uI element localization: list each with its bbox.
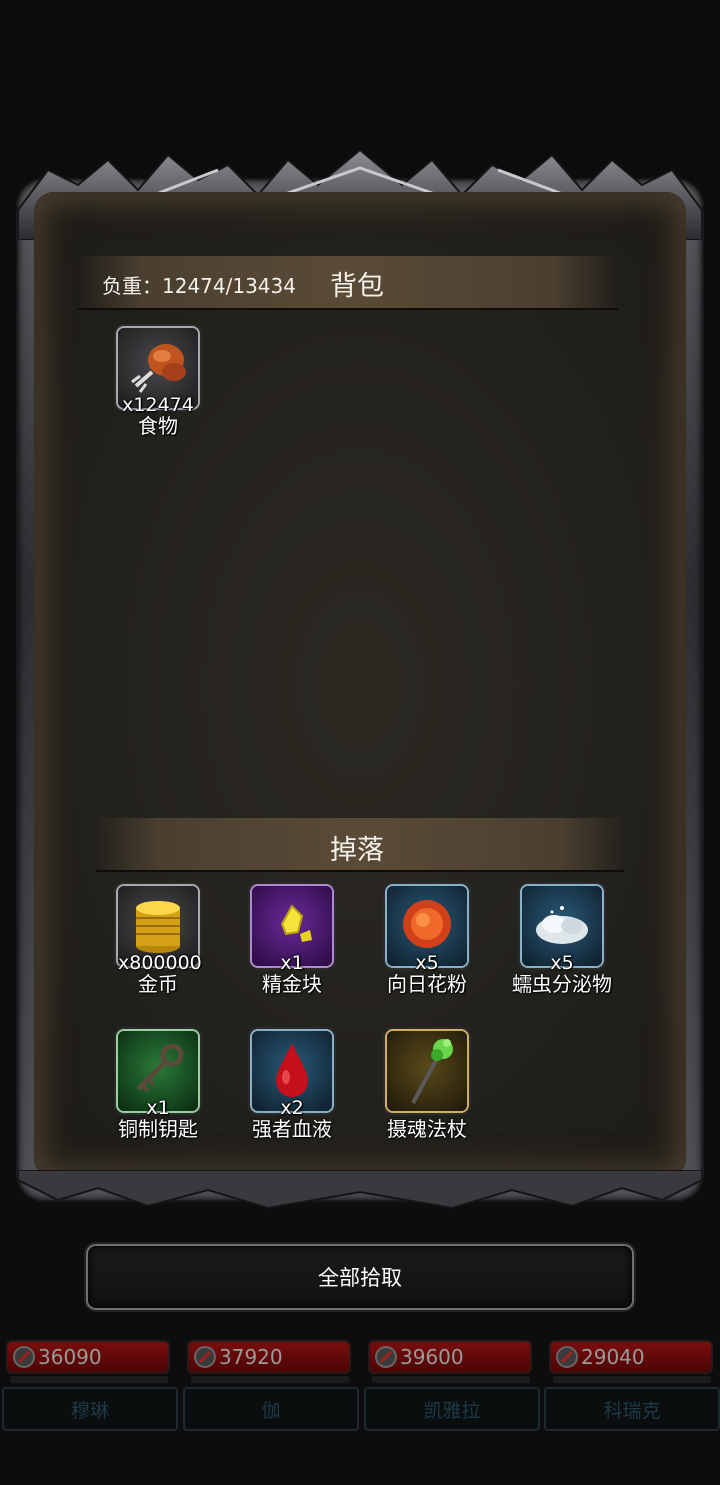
weight-capacity: 负重：12474/13434 [102, 274, 296, 298]
drop-item[interactable]: x5 蠕虫分泌物 [497, 886, 627, 997]
drop-item[interactable]: x800000 金币 [93, 886, 223, 997]
item-slot: x800000 [118, 886, 202, 974]
party-member-hp-bar: 36090 [8, 1342, 168, 1372]
item-slot: x1 [252, 886, 332, 974]
hp-value: 39600 [400, 1345, 464, 1369]
party-member-sub-bar [372, 1376, 530, 1383]
item-quantity: x12474 [122, 394, 194, 416]
party-member-hp-bar: 37920 [189, 1342, 349, 1372]
item-quantity: x2 [280, 1097, 304, 1119]
party-member-name[interactable]: 凯雅拉 [364, 1387, 540, 1431]
item-quantity: x800000 [118, 952, 202, 974]
inventory-item[interactable]: x12474 食物 [93, 328, 223, 439]
party-member-sub-bar [10, 1376, 168, 1383]
party-member-sub-bar [191, 1376, 349, 1383]
item-slot: x5 [522, 886, 602, 974]
item-slot [387, 1031, 467, 1111]
inventory-title: 背包 [330, 271, 384, 302]
shield-icon [375, 1346, 397, 1368]
item-slot: x2 [252, 1031, 332, 1119]
party-member-name[interactable]: 伽 [183, 1387, 359, 1431]
party-member-hp-bar: 39600 [370, 1342, 530, 1372]
frame-bottom-ornament [18, 1170, 702, 1210]
shield-icon [13, 1346, 35, 1368]
drops-title: 掉落 [330, 835, 384, 866]
party-member-name[interactable]: 穆琳 [2, 1387, 178, 1431]
shield-icon [556, 1346, 578, 1368]
shield-icon [194, 1346, 216, 1368]
drop-item[interactable]: x5 向日花粉 [362, 886, 492, 997]
item-slot: x5 [387, 886, 467, 974]
drop-item[interactable]: 摄魂法杖 [362, 1031, 492, 1142]
party-member-sub-bar [553, 1376, 711, 1383]
item-quantity: x5 [550, 952, 574, 974]
item-quantity: x5 [415, 952, 439, 974]
item-slot: x1 [118, 1031, 198, 1119]
party-member-hp-bar: 29040 [551, 1342, 711, 1372]
pickup-all-button[interactable]: 全部拾取 [88, 1246, 632, 1308]
drop-item[interactable]: x2 强者血液 [227, 1031, 357, 1142]
staff-icon [411, 1039, 453, 1104]
drop-item[interactable]: x1 铜制钥匙 [93, 1031, 223, 1142]
item-slot: x12474 [118, 328, 198, 416]
hp-value: 36090 [38, 1345, 102, 1369]
item-quantity: x1 [280, 952, 304, 974]
hp-value: 29040 [581, 1345, 645, 1369]
drop-item[interactable]: x1 精金块 [227, 886, 357, 997]
item-name: 摄魂法杖 [387, 1117, 467, 1141]
item-quantity: x1 [146, 1097, 170, 1119]
party-member-name[interactable]: 科瑞克 [544, 1387, 720, 1431]
hp-value: 37920 [219, 1345, 283, 1369]
